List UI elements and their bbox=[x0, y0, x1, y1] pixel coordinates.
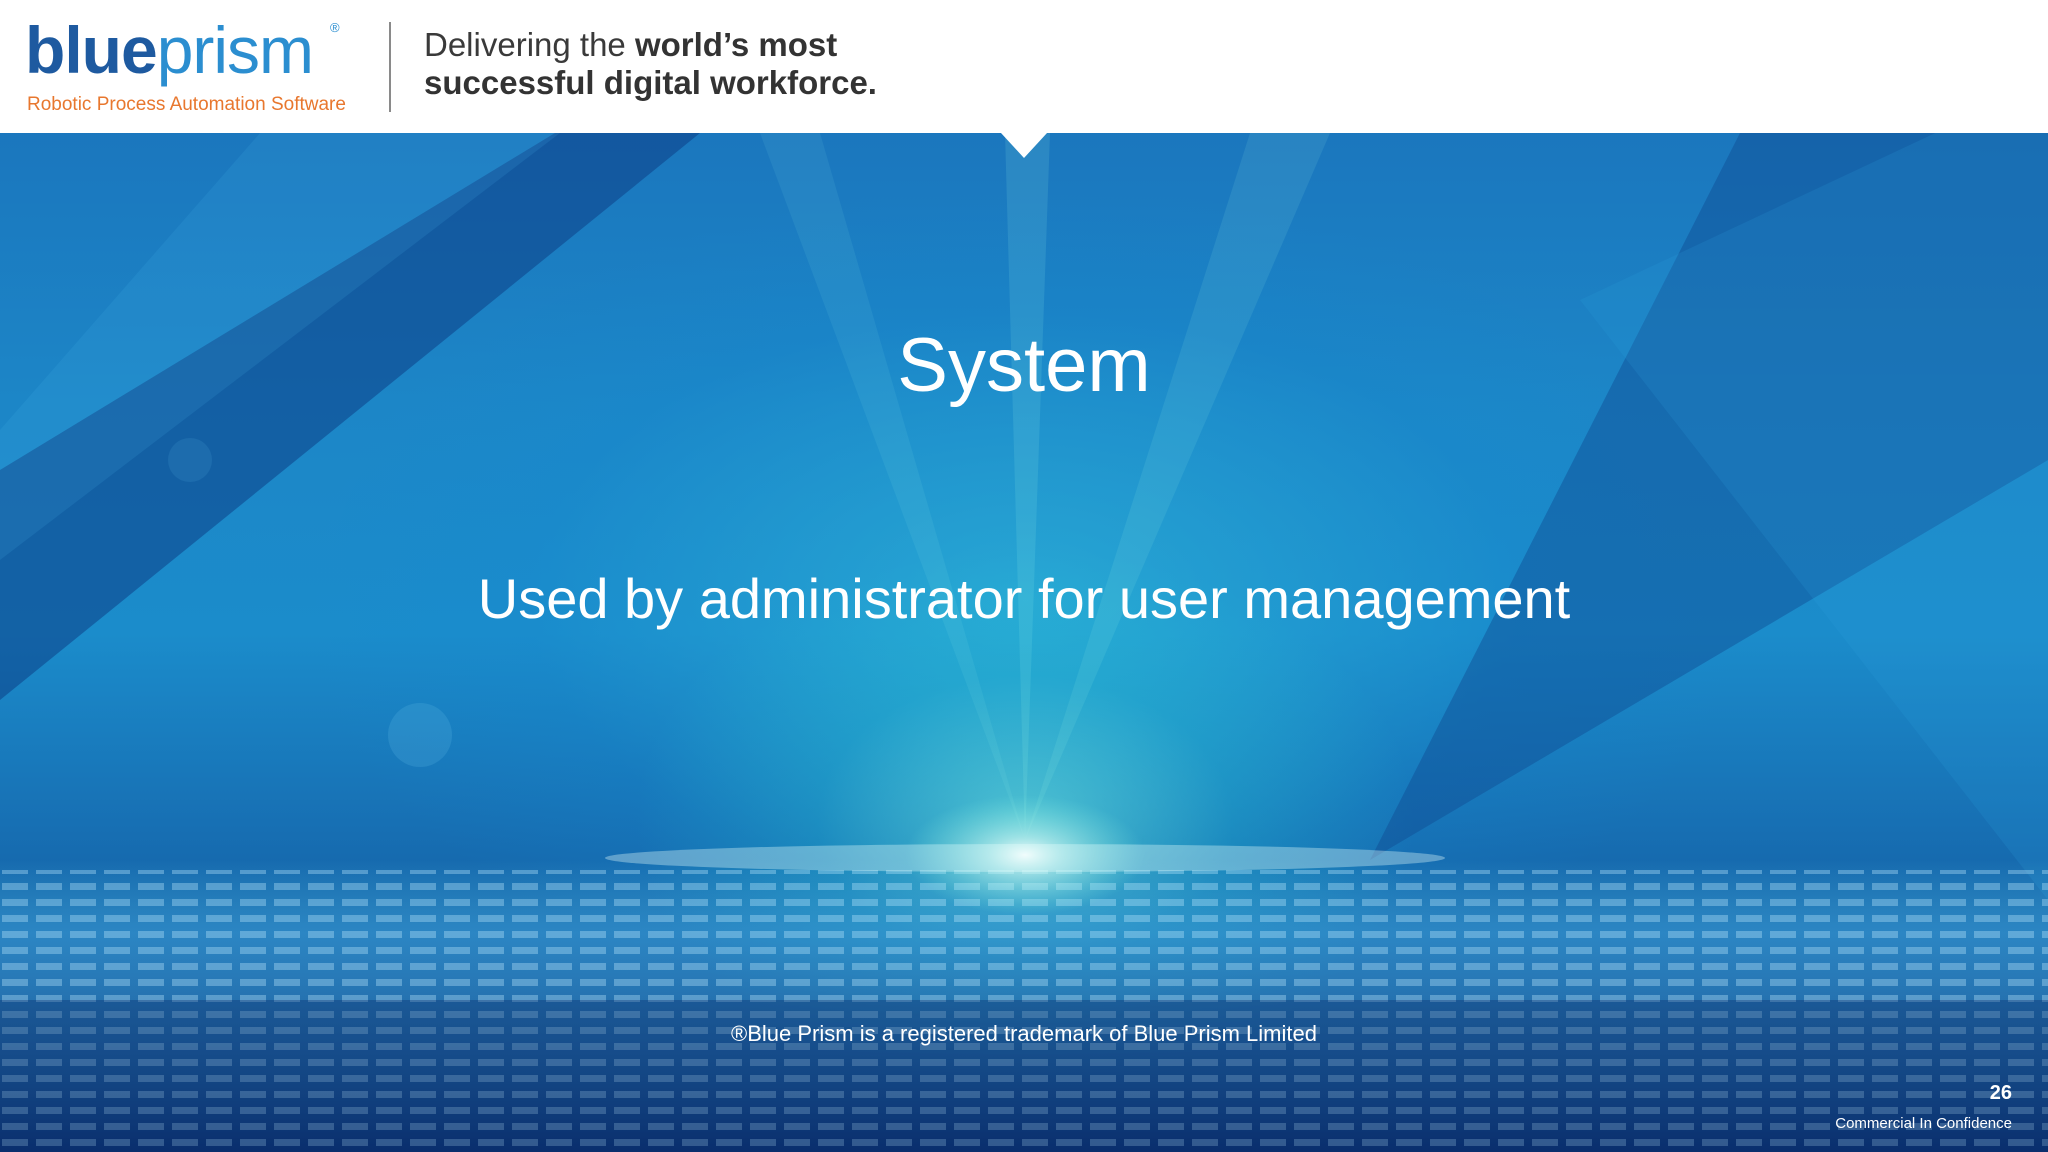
tagline-bold-line2: successful digital workforce. bbox=[424, 64, 877, 101]
logo-word-blue: blue bbox=[25, 13, 158, 87]
slide-title: System bbox=[897, 323, 1151, 408]
trademark-notice: ®Blue Prism is a registered trademark of… bbox=[731, 1021, 1317, 1046]
logo-word-prism: prism bbox=[156, 13, 314, 87]
logo-registered-mark: ® bbox=[330, 20, 340, 35]
header-divider bbox=[389, 22, 391, 112]
logo-tagline: Robotic Process Automation Software bbox=[27, 94, 346, 115]
logo-wordmark: blueprism bbox=[25, 13, 314, 87]
header-bar: blueprism ® Robotic Process Automation S… bbox=[0, 0, 2048, 133]
slide-subtitle: Used by administrator for user managemen… bbox=[477, 567, 1571, 630]
blue-prism-logo: blueprism ® Robotic Process Automation S… bbox=[25, 14, 355, 120]
confidentiality-label: Commercial In Confidence bbox=[1835, 1115, 2012, 1132]
header-tagline: Delivering the world’s most successful d… bbox=[424, 26, 877, 102]
tagline-bold-line1: world’s most bbox=[634, 26, 838, 63]
tagline-regular: Delivering the bbox=[424, 26, 635, 63]
page-number: 26 bbox=[1989, 1082, 2012, 1104]
presentation-slide: blueprism ® Robotic Process Automation S… bbox=[0, 0, 2048, 1152]
header-notch bbox=[1001, 133, 1047, 158]
